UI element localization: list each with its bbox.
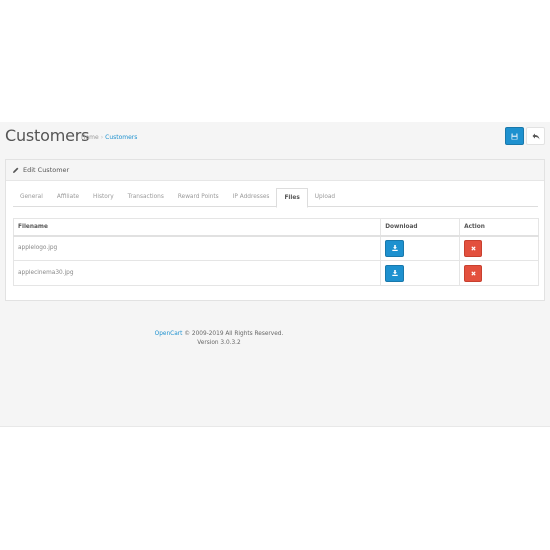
breadcrumb: Home › Customers — [81, 134, 137, 141]
save-button[interactable] — [505, 127, 524, 145]
tab-history[interactable]: History — [86, 188, 121, 207]
breadcrumb-separator: › — [100, 134, 104, 141]
back-button[interactable] — [526, 127, 545, 145]
tab-transactions[interactable]: Transactions — [121, 188, 171, 207]
app-container: Customers Home › Customers Edit Customer G… — [0, 122, 550, 427]
reply-icon — [532, 133, 539, 139]
download-icon — [392, 245, 398, 252]
save-icon — [511, 132, 518, 140]
action-cell — [459, 235, 539, 261]
breadcrumb-customers[interactable]: Customers — [105, 134, 137, 141]
filename-cell: applecinema30.jpg — [12, 260, 382, 286]
column-filename: Filename — [12, 218, 382, 237]
files-table: Filename Download Action applelogo.jpg a… — [12, 218, 539, 286]
download-cell — [380, 260, 461, 286]
table-header-row: Filename Download Action — [12, 218, 539, 237]
footer-copyright-line: OpenCart © 2009-2019 All Rights Reserved… — [0, 330, 438, 339]
opencart-link[interactable]: OpenCart — [155, 331, 183, 337]
panel-title: Edit Customer — [23, 166, 70, 174]
column-action: Action — [459, 218, 539, 237]
tab-bar: General Affiliate History Transactions R… — [13, 188, 538, 208]
breadcrumb-home[interactable]: Home — [81, 134, 99, 141]
action-cell — [459, 260, 539, 286]
table-row: applelogo.jpg — [12, 235, 539, 261]
panel-heading: Edit Customer — [6, 160, 544, 181]
remove-button[interactable] — [464, 264, 483, 282]
remove-icon — [470, 270, 476, 276]
download-icon — [392, 270, 398, 276]
download-button[interactable] — [385, 264, 405, 282]
download-cell — [380, 235, 461, 261]
copyright-text: © 2009-2019 All Rights Reserved. — [182, 331, 284, 337]
download-button[interactable] — [385, 239, 405, 257]
page-header: Customers Home › Customers — [0, 122, 550, 152]
version-text: Version 3.0.3.2 — [197, 340, 241, 346]
tab-files[interactable]: Files — [276, 188, 308, 208]
filename-cell: applelogo.jpg — [12, 235, 382, 261]
page-title: Customers — [5, 126, 90, 145]
footer: OpenCart © 2009-2019 All Rights Reserved… — [0, 330, 438, 348]
tab-reward-points[interactable]: Reward Points — [171, 188, 226, 207]
table-row: applecinema30.jpg — [12, 260, 539, 286]
tab-upload[interactable]: Upload — [308, 188, 342, 207]
edit-customer-panel: Edit Customer General Affiliate History … — [5, 159, 545, 301]
tab-affiliate[interactable]: Affiliate — [50, 188, 86, 207]
pencil-icon — [13, 167, 19, 173]
remove-icon — [470, 246, 476, 251]
remove-button[interactable] — [464, 239, 483, 257]
tab-ip-addresses[interactable]: IP Addresses — [226, 188, 277, 207]
tab-general[interactable]: General — [13, 188, 50, 207]
column-download: Download — [380, 218, 461, 237]
